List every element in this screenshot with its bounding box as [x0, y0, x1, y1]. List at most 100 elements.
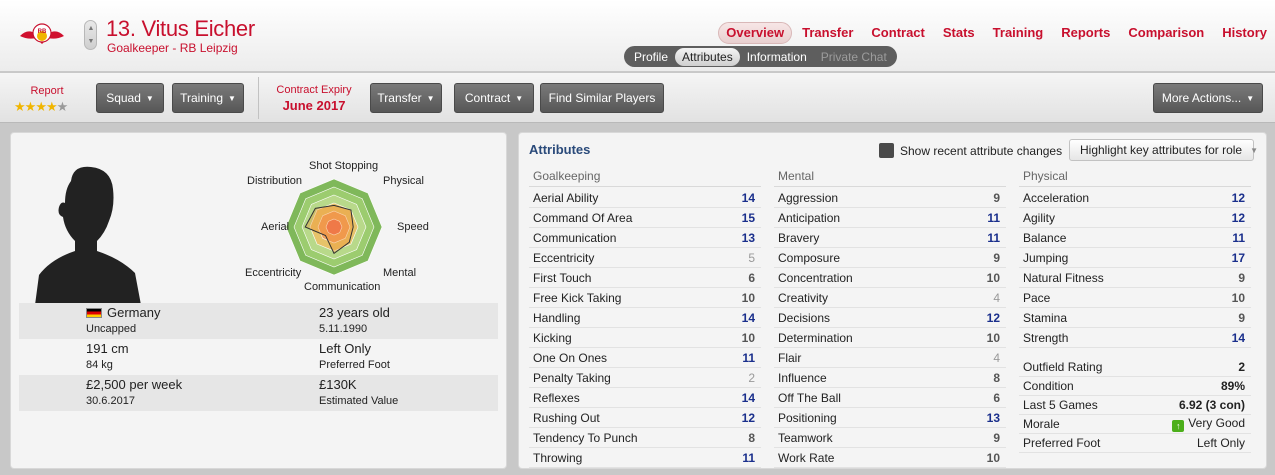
- attribute-row[interactable]: Communication 13: [529, 228, 761, 248]
- show-attribute-changes-toggle[interactable]: Show recent attribute changes: [879, 143, 1062, 158]
- attribute-row[interactable]: Teamwork 9: [774, 428, 1006, 448]
- attribute-row[interactable]: Acceleration 12: [1019, 188, 1251, 208]
- squad-button[interactable]: Squad ▼: [96, 83, 164, 113]
- report-stars-rating[interactable]: ★★★★★: [14, 99, 69, 115]
- attribute-row[interactable]: Kicking 10: [529, 328, 761, 348]
- player-switch-arrows[interactable]: ▲ ▼: [84, 20, 97, 50]
- attribute-row[interactable]: Work Rate 10: [774, 448, 1006, 468]
- info-row-contract: £2,500 per week 30.6.2017 £130K Estimate…: [19, 375, 498, 411]
- wage-cell: £2,500 per week 30.6.2017: [86, 377, 182, 407]
- transfer-button[interactable]: Transfer ▼: [370, 83, 442, 113]
- attribute-name: Eccentricity: [533, 250, 595, 265]
- attribute-row[interactable]: Composure 9: [774, 248, 1006, 268]
- nav-reports[interactable]: Reports: [1053, 22, 1118, 44]
- attribute-value: 10: [986, 270, 1000, 285]
- player-header: RB ▲ ▼ 13. Vitus Eicher Goalkeeper - RB …: [0, 0, 1275, 72]
- tab-information[interactable]: Information: [740, 48, 814, 66]
- more-actions-button[interactable]: More Actions... ▼: [1153, 83, 1263, 113]
- attribute-row[interactable]: Anticipation 11: [774, 208, 1006, 228]
- attribute-value: 9: [993, 430, 1000, 445]
- nav-contract[interactable]: Contract: [863, 22, 932, 44]
- attribute-row[interactable]: Decisions 12: [774, 308, 1006, 328]
- attribute-row[interactable]: Penalty Taking 2: [529, 368, 761, 388]
- morale-icon: ↑: [1172, 420, 1185, 432]
- attribute-value: 12: [1231, 190, 1245, 205]
- attribute-name: Natural Fitness: [1023, 270, 1104, 285]
- attribute-row[interactable]: Influence 8: [774, 368, 1006, 388]
- star-icon: ★: [56, 99, 69, 114]
- attribute-row[interactable]: Positioning 13: [774, 408, 1006, 428]
- attribute-row[interactable]: Eccentricity 5: [529, 248, 761, 268]
- attribute-row[interactable]: Free Kick Taking 10: [529, 288, 761, 308]
- attribute-row[interactable]: Determination 10: [774, 328, 1006, 348]
- age: 23 years old: [319, 305, 390, 320]
- attribute-row[interactable]: Off The Ball 6: [774, 388, 1006, 408]
- show-attribute-changes-label: Show recent attribute changes: [900, 143, 1063, 158]
- attribute-row[interactable]: Stamina 9: [1019, 308, 1251, 328]
- player-silhouette-icon: [35, 166, 141, 305]
- attribute-row[interactable]: Pace 10: [1019, 288, 1251, 308]
- attribute-row[interactable]: One On Ones 11: [529, 348, 761, 368]
- international-caps: Uncapped: [86, 323, 137, 335]
- tab-private-chat[interactable]: Private Chat: [814, 48, 894, 66]
- attribute-row[interactable]: Aerial Ability 14: [529, 188, 761, 208]
- attribute-row[interactable]: Balance 11: [1019, 228, 1251, 248]
- contract-expiry-label: Contract Expiry: [276, 84, 352, 96]
- summary-row: Last 5 Games 6.92 (3 con): [1019, 396, 1251, 415]
- attribute-value: 14: [741, 310, 755, 325]
- attribute-value: 14: [741, 390, 755, 405]
- training-button[interactable]: Training ▼: [172, 83, 244, 113]
- sub-tabs: Profile Attributes Information Private C…: [624, 46, 897, 67]
- nav-training[interactable]: Training: [985, 22, 1052, 44]
- nav-transfer[interactable]: Transfer: [794, 22, 861, 44]
- value-cell: £130K Estimated Value: [319, 377, 398, 407]
- tab-attributes[interactable]: Attributes: [675, 47, 740, 66]
- up-arrow-icon[interactable]: ▲: [87, 25, 95, 33]
- attribute-value: 11: [987, 210, 1000, 225]
- attribute-row[interactable]: Tendency To Punch 8: [529, 428, 761, 448]
- estimated-value: £130K: [319, 377, 357, 392]
- attribute-value: 11: [742, 350, 755, 365]
- attribute-row[interactable]: Agility 12: [1019, 208, 1251, 228]
- contract-expiry-date: June 2017: [282, 98, 346, 113]
- attribute-row[interactable]: Flair 4: [774, 348, 1006, 368]
- attribute-name: Throwing: [533, 450, 583, 465]
- attribute-name: Concentration: [778, 270, 853, 285]
- attribute-name: Aerial Ability: [533, 190, 599, 205]
- nav-stats[interactable]: Stats: [935, 22, 983, 44]
- attribute-row[interactable]: Strength 14: [1019, 328, 1251, 348]
- attribute-row[interactable]: Creativity 4: [774, 288, 1006, 308]
- attribute-value: 13: [986, 410, 1000, 425]
- attribute-row[interactable]: First Touch 6: [529, 268, 761, 288]
- attribute-row[interactable]: Jumping 17: [1019, 248, 1251, 268]
- checkbox[interactable]: [879, 143, 894, 158]
- highlight-role-dropdown[interactable]: Highlight key attributes for role ▼: [1069, 139, 1258, 161]
- star-icon: ★: [45, 99, 58, 114]
- height: 191 cm: [86, 341, 129, 356]
- attribute-row[interactable]: Rushing Out 12: [529, 408, 761, 428]
- attribute-value: 9: [993, 250, 1000, 265]
- attribute-row[interactable]: Bravery 11: [774, 228, 1006, 248]
- attribute-name: One On Ones: [533, 350, 608, 365]
- attribute-row[interactable]: Reflexes 14: [529, 388, 761, 408]
- attribute-row[interactable]: Natural Fitness 9: [1019, 268, 1251, 288]
- club-badge-icon[interactable]: RB: [18, 20, 66, 52]
- attribute-row[interactable]: Handling 14: [529, 308, 761, 328]
- radar-label-speed: Speed: [397, 221, 429, 233]
- nav-overview[interactable]: Overview: [718, 22, 793, 44]
- report-label[interactable]: Report: [14, 85, 80, 97]
- attribute-row[interactable]: Command Of Area 15: [529, 208, 761, 228]
- down-arrow-icon[interactable]: ▼: [87, 38, 95, 46]
- contract-button[interactable]: Contract ▼: [454, 83, 534, 113]
- attribute-name: Off The Ball: [778, 390, 841, 405]
- nav-history[interactable]: History: [1214, 22, 1275, 44]
- nav-comparison[interactable]: Comparison: [1120, 22, 1212, 44]
- attribute-name: Command Of Area: [533, 210, 633, 225]
- find-similar-players-button[interactable]: Find Similar Players: [540, 83, 664, 113]
- attribute-name: Decisions: [778, 310, 831, 325]
- attribute-row[interactable]: Concentration 10: [774, 268, 1006, 288]
- attribute-row[interactable]: Throwing 11: [529, 448, 761, 468]
- attribute-row[interactable]: Aggression 9: [774, 188, 1006, 208]
- tab-profile[interactable]: Profile: [627, 48, 675, 66]
